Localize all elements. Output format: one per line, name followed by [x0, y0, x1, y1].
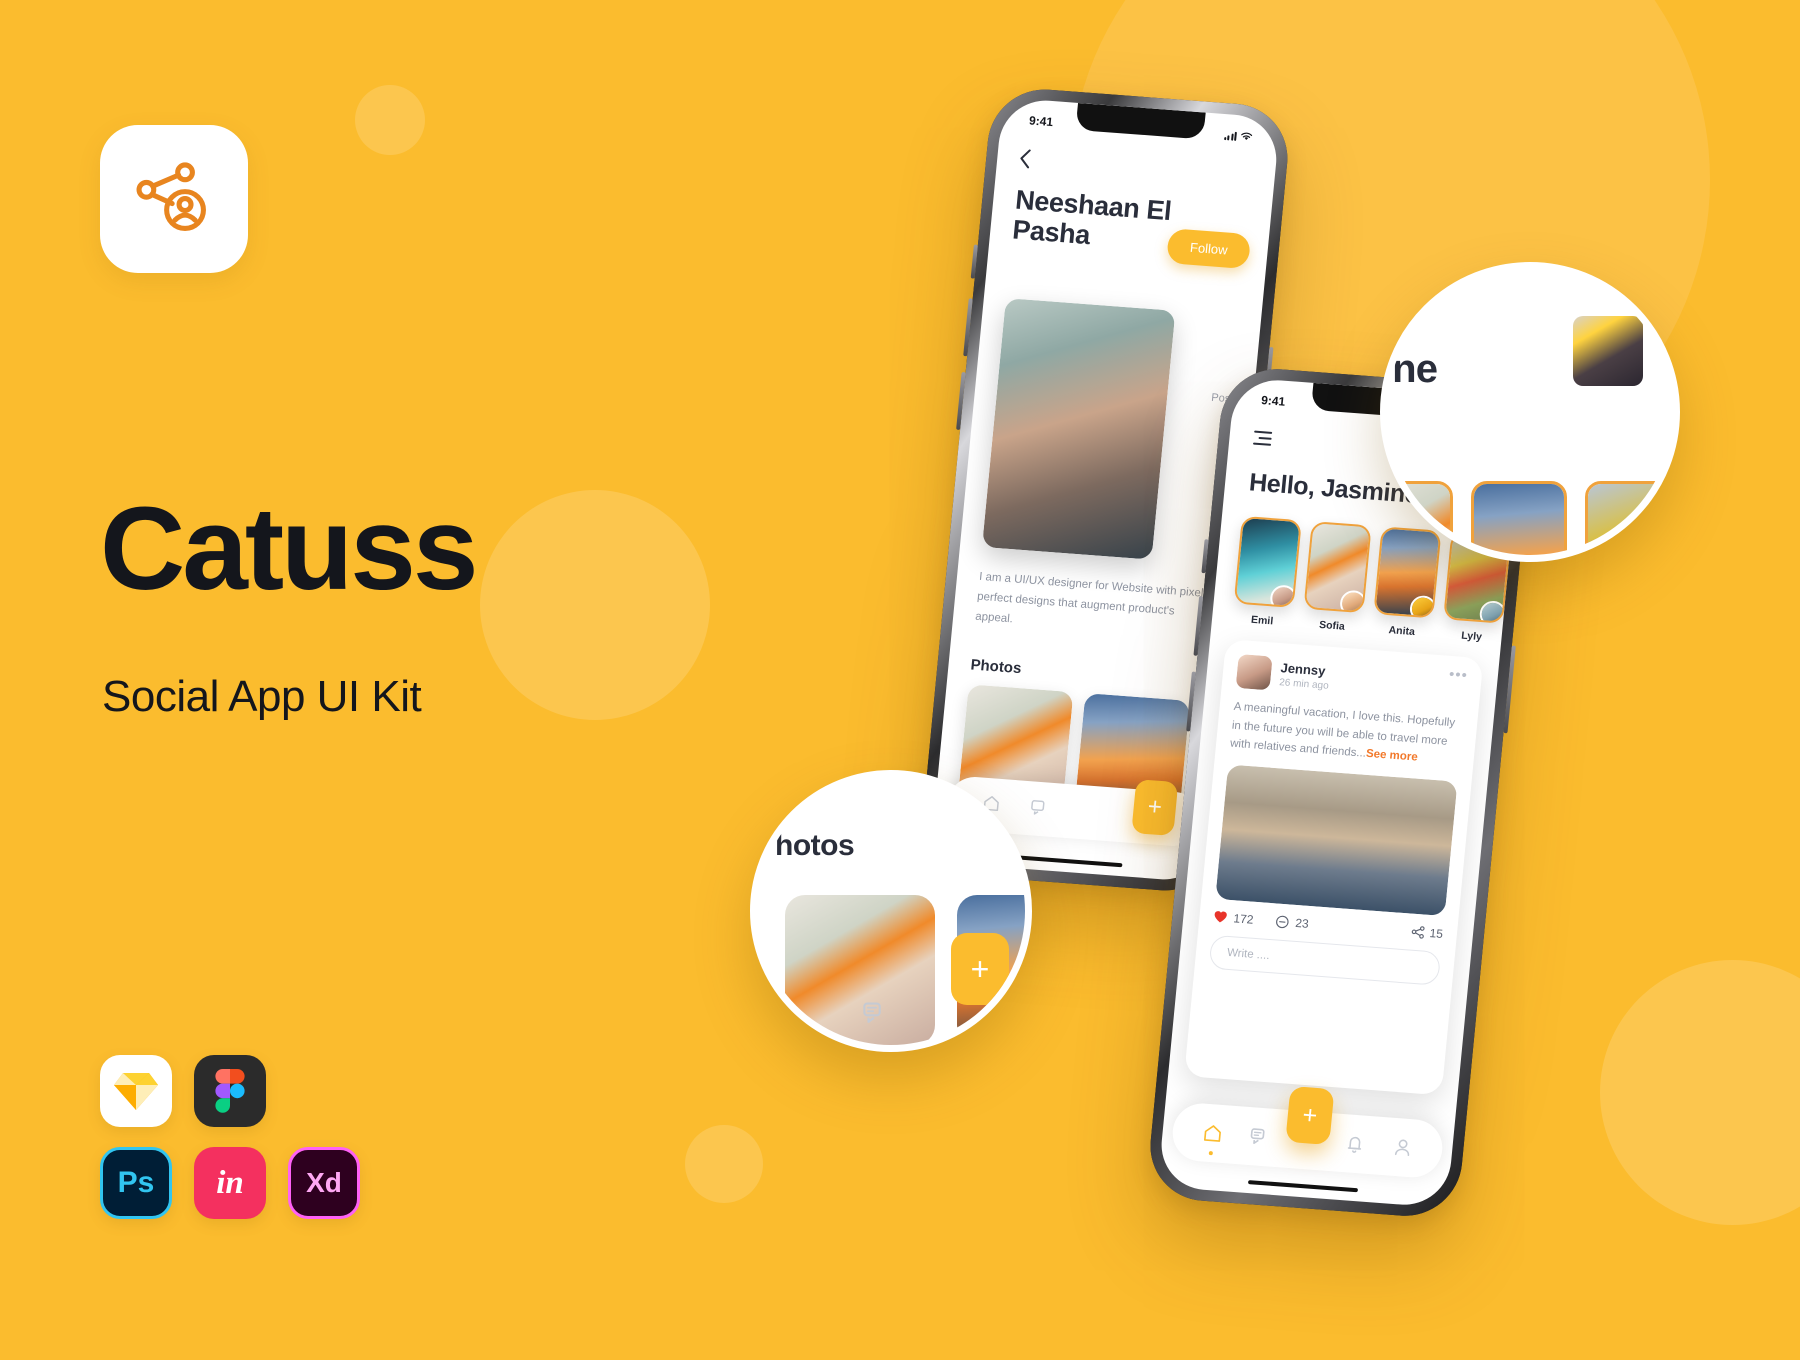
profile-thumbnail — [1573, 316, 1643, 386]
post-stats: 172 23 15 — [1213, 910, 1444, 941]
zoom-bubble-content: mine — [1387, 269, 1673, 555]
post-author-name: Jennsy — [1279, 660, 1327, 679]
post-author-row: Jennsy 26 min ago — [1235, 653, 1469, 705]
profile-hero-photo[interactable] — [981, 298, 1176, 560]
nav-notifications-icon[interactable] — [1341, 1130, 1369, 1158]
comment-input[interactable]: Write .... — [1208, 934, 1442, 986]
invision-icon[interactable]: in — [194, 1147, 266, 1219]
status-time: 9:41 — [1260, 393, 1286, 409]
adobe-xd-icon[interactable]: Xd — [288, 1147, 360, 1219]
nav-chat-icon[interactable] — [1029, 797, 1049, 821]
hamburger-menu-icon[interactable] — [1252, 430, 1273, 450]
post-photo[interactable] — [1215, 764, 1458, 916]
comment-icon — [1276, 915, 1289, 929]
story-item[interactable] — [1471, 481, 1567, 555]
nav-home-icon[interactable] — [1198, 1119, 1226, 1156]
home-indicator — [1016, 855, 1123, 868]
photo-thumbnail[interactable] — [785, 895, 935, 1045]
status-time: 9:41 — [1028, 113, 1054, 130]
profile-name: Neeshaan El Pasha — [1011, 184, 1173, 251]
signal-bars-icon — [1223, 131, 1237, 141]
post-timestamp: 26 min ago — [1278, 677, 1330, 692]
like-stat[interactable]: 172 — [1213, 910, 1254, 927]
follow-button[interactable]: Follow — [1166, 228, 1252, 270]
figma-icon[interactable] — [194, 1055, 266, 1127]
create-post-fab[interactable]: + — [1131, 779, 1179, 837]
nav-messages-icon[interactable] — [1246, 1123, 1274, 1151]
story-item[interactable] — [1585, 481, 1673, 555]
post-body-text: A meaningful vacation, I love this. Hope… — [1229, 700, 1456, 760]
story-name: Emil — [1250, 613, 1274, 628]
share-stat[interactable]: 15 — [1410, 924, 1444, 941]
create-post-fab[interactable]: + — [1285, 1085, 1335, 1146]
photos-heading: Photos — [969, 656, 1023, 678]
create-post-fab[interactable]: + — [951, 933, 1009, 1005]
story-item[interactable] — [1387, 481, 1453, 555]
profile-bio: I am a UI/UX designer for Website with p… — [974, 570, 1204, 626]
story-item[interactable]: Emil — [1232, 515, 1302, 629]
home-indicator — [1247, 1180, 1359, 1193]
bg-blob-right — [1600, 960, 1800, 1225]
nav-chat-icon[interactable] — [862, 1000, 888, 1031]
like-count: 172 — [1232, 911, 1255, 927]
share-person-icon — [128, 153, 220, 245]
app-icon-tile — [100, 125, 248, 273]
story-item[interactable]: Sofia — [1301, 521, 1372, 634]
wifi-icon — [1241, 132, 1253, 141]
tool-badges: Ps in Xd — [100, 1055, 520, 1239]
heart-icon — [1214, 911, 1227, 923]
comment-stat[interactable]: 23 — [1275, 914, 1310, 931]
avatar — [1235, 653, 1273, 691]
story-name: Lyly — [1460, 629, 1483, 644]
branding-column: Catuss Social App UI Kit Ps in Xd — [100, 0, 800, 1360]
page-subtitle: Social App UI Kit — [102, 672, 422, 721]
photoshop-icon[interactable]: Ps — [100, 1147, 172, 1219]
comment-count: 23 — [1294, 915, 1310, 931]
active-indicator — [1208, 1151, 1213, 1156]
page-title: Catuss — [100, 483, 478, 615]
more-options-icon[interactable]: ••• — [1448, 666, 1468, 684]
back-button[interactable] — [1018, 147, 1032, 175]
post-body: A meaningful vacation, I love this. Hope… — [1229, 698, 1464, 771]
feed-post-card: ••• Jennsy 26 min ago A meaningful vacat… — [1184, 638, 1484, 1096]
zoom-bubble-content: hotos + — [757, 777, 1025, 1045]
sketch-icon[interactable] — [100, 1055, 172, 1127]
story-name: Sofia — [1318, 618, 1346, 633]
share-count: 15 — [1428, 925, 1444, 941]
zoom-bubble-stories: mine — [1380, 262, 1680, 562]
zoom-photos-fragment: hotos — [775, 829, 855, 862]
nav-profile-icon[interactable] — [1388, 1134, 1416, 1162]
zoom-stories-row — [1387, 481, 1673, 555]
zoom-bubble-photos: hotos + — [750, 770, 1032, 1052]
zoom-greeting-fragment: mine — [1381, 347, 1438, 391]
see-more-link[interactable]: See more — [1365, 748, 1418, 764]
chevron-left-icon — [1020, 149, 1031, 169]
story-name: Anita — [1388, 624, 1416, 639]
share-icon — [1411, 926, 1425, 939]
